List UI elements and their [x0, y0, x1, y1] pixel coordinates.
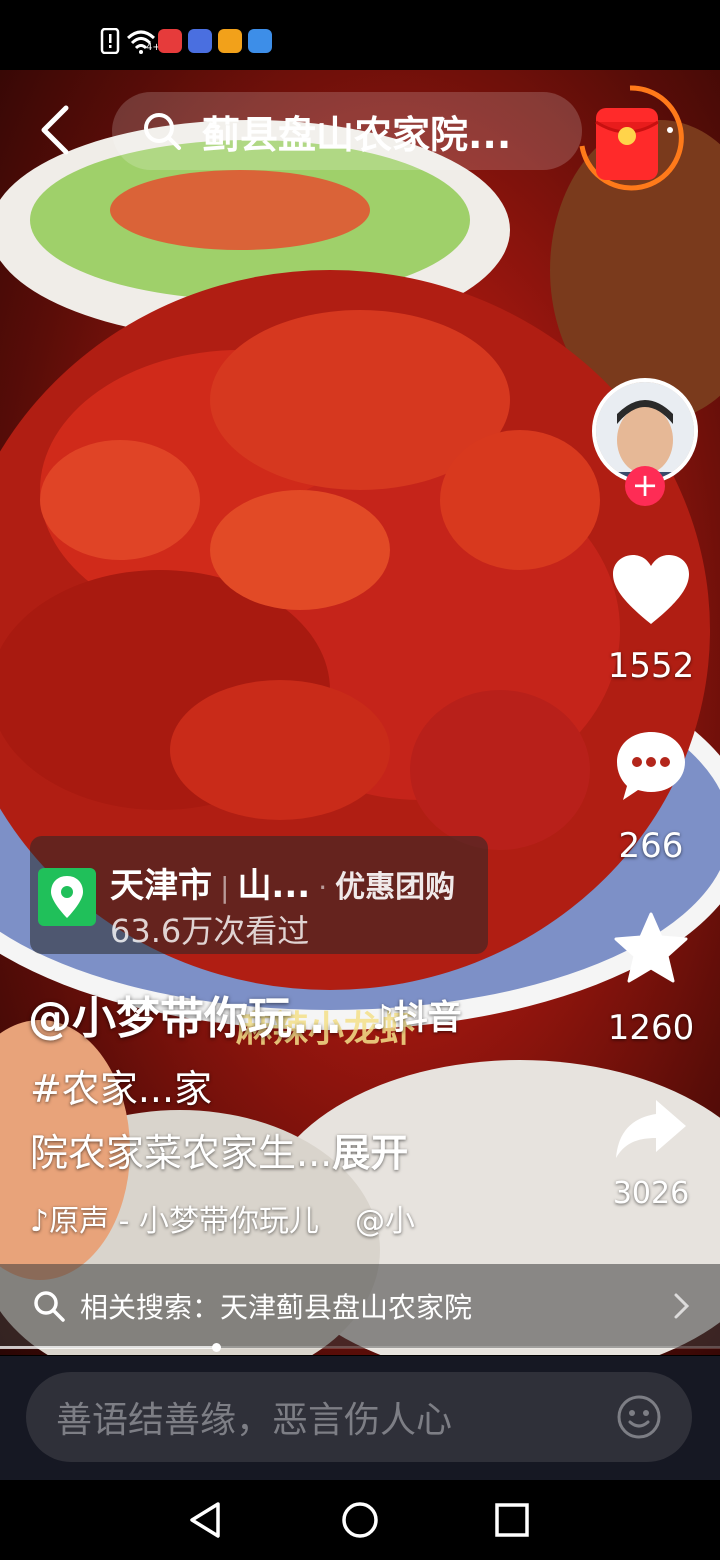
- hashtag-text[interactable]: #农家...家: [30, 1058, 212, 1113]
- like-count: 1552: [607, 646, 695, 686]
- heart-icon[interactable]: [611, 554, 691, 626]
- music-title[interactable]: ♪原声 - 小梦带你玩儿: [30, 1204, 319, 1239]
- like-action[interactable]: 1552: [596, 554, 706, 686]
- author-handle[interactable]: @小梦带你玩...: [28, 982, 342, 1046]
- sim-alert-icon: [100, 28, 120, 54]
- comment-input[interactable]: 善语结善缘，恶言伤人心: [26, 1372, 692, 1462]
- related-search-bar[interactable]: 相关搜索：天津蓟县盘山农家院: [0, 1264, 720, 1348]
- progress-fill: [0, 1346, 216, 1349]
- red-packet-button[interactable]: [572, 78, 688, 198]
- related-search-text[interactable]: 相关搜索：天津蓟县盘山农家院: [80, 1286, 472, 1326]
- location-dot: ·: [318, 871, 328, 904]
- location-place: 山...: [237, 866, 311, 906]
- favorite-count: 1260: [607, 1008, 695, 1048]
- location-city: 天津市: [110, 866, 212, 906]
- share-count: 3026: [612, 1176, 690, 1211]
- red-book-app-icon: [158, 29, 182, 53]
- location-pin-icon: [38, 868, 96, 926]
- search-query-text: 蓟县盘山农家院...: [202, 112, 512, 157]
- music-info[interactable]: ♪原声 - 小梦带你玩儿 @小: [30, 1196, 415, 1240]
- star-icon[interactable]: [614, 912, 688, 984]
- progress-handle[interactable]: [212, 1343, 221, 1352]
- favorite-action[interactable]: 1260: [596, 912, 706, 1048]
- group-buy-tag: 优惠团购: [335, 870, 456, 905]
- comment-bar: 善语结善缘，恶言伤人心: [0, 1356, 720, 1480]
- location-title: 天津市 | 山... · 优惠团购: [110, 858, 455, 907]
- nav-home-icon[interactable]: [340, 1500, 380, 1540]
- music-app-icon: [188, 29, 212, 53]
- system-nav-bar: [0, 1480, 720, 1560]
- douyin-watermark: ♪抖音: [372, 998, 462, 1038]
- follow-button[interactable]: +: [625, 466, 665, 506]
- creator-avatar[interactable]: +: [592, 378, 702, 506]
- comment-count: 266: [618, 826, 684, 866]
- video-description: 院农家菜农家生...展开: [30, 1122, 408, 1177]
- browser-app-icon: [248, 29, 272, 53]
- expand-button[interactable]: 展开: [332, 1131, 408, 1175]
- location-separator: |: [220, 871, 230, 904]
- location-card[interactable]: 天津市 | 山... · 优惠团购 63.6万次看过: [30, 836, 488, 954]
- video-app-icon: [218, 29, 242, 53]
- video-progress-bar[interactable]: [0, 1343, 720, 1352]
- nav-back-icon[interactable]: [186, 1500, 226, 1540]
- nav-recents-icon[interactable]: [492, 1500, 532, 1540]
- back-button[interactable]: [30, 100, 90, 160]
- chevron-right-icon[interactable]: [672, 1291, 692, 1321]
- share-action[interactable]: 3026: [596, 1098, 706, 1211]
- status-bar: 4+: [0, 0, 720, 70]
- search-icon: [34, 1291, 65, 1322]
- share-icon[interactable]: [614, 1098, 688, 1160]
- emoji-icon[interactable]: [616, 1394, 662, 1440]
- screen: 4+ 蓟县盘山农家院... + 1552 266 1260 3026 天津市 |…: [0, 0, 720, 1560]
- music-author[interactable]: @小: [355, 1204, 415, 1239]
- comment-icon[interactable]: [613, 728, 689, 804]
- location-view-count: 63.6万次看过: [110, 912, 310, 950]
- comment-placeholder: 善语结善缘，恶言伤人心: [56, 1400, 453, 1441]
- description-text: 院农家菜农家生...: [30, 1131, 333, 1175]
- search-icon: [144, 113, 181, 150]
- search-bar[interactable]: 蓟县盘山农家院...: [112, 92, 582, 170]
- comment-action[interactable]: 266: [596, 728, 706, 866]
